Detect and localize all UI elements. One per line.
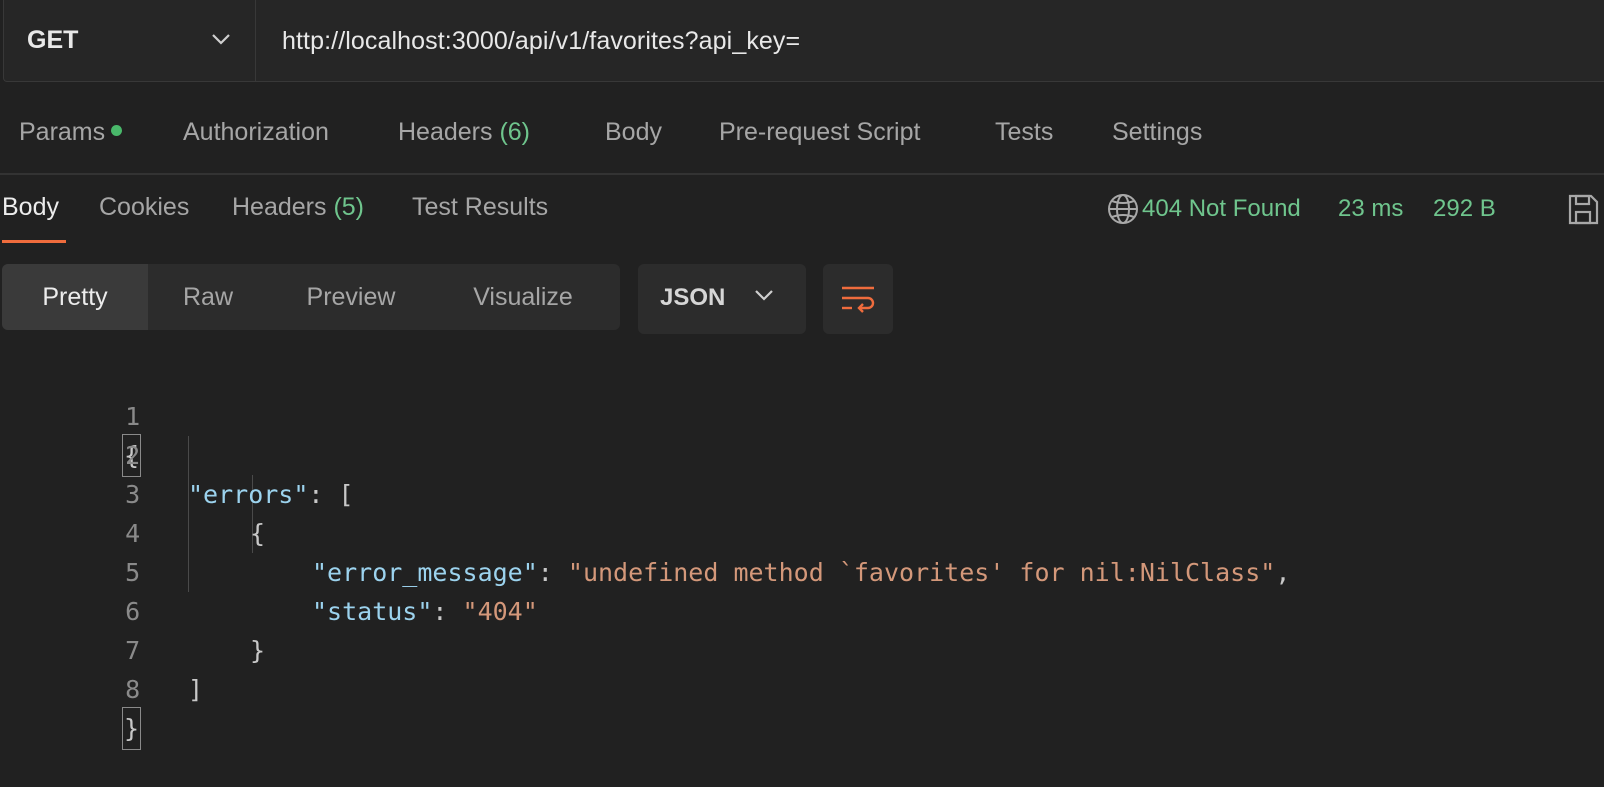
json-punct: , <box>1275 558 1291 587</box>
method-select[interactable]: GET <box>4 0 256 82</box>
tab-settings[interactable]: Settings <box>1112 118 1202 147</box>
globe-icon[interactable] <box>1106 192 1140 231</box>
line-number: 8 <box>125 675 141 704</box>
code-line: 1 { <box>0 358 142 477</box>
save-icon[interactable] <box>1566 192 1600 231</box>
format-label: JSON <box>660 284 726 311</box>
response-size[interactable]: 292 B <box>1433 195 1496 223</box>
tab-tests[interactable]: Tests <box>995 118 1053 147</box>
json-key: "error_message" <box>312 558 538 587</box>
view-pretty[interactable]: Pretty <box>2 264 148 330</box>
divider <box>0 173 1604 175</box>
code-line: 6 } <box>0 553 265 665</box>
json-brace: } <box>121 707 142 750</box>
view-mode-switcher: Pretty Raw Preview Visualize <box>2 264 620 330</box>
json-string: "404" <box>462 597 538 626</box>
view-visualize[interactable]: Visualize <box>448 264 598 330</box>
tab-params-label: Params <box>19 118 106 146</box>
json-punct: : [ <box>308 480 354 509</box>
tab-body[interactable]: Body <box>605 118 662 147</box>
line-number: 2 <box>125 441 141 470</box>
response-tab-cookies[interactable]: Cookies <box>99 193 189 222</box>
json-key: "status" <box>312 597 433 626</box>
json-key: "errors" <box>188 480 309 509</box>
response-tab-headers-count: (5) <box>333 193 365 221</box>
url-input[interactable]: http://localhost:3000/api/v1/favorites?a… <box>282 27 800 56</box>
format-select[interactable]: JSON <box>638 264 806 334</box>
response-tab-headers-label: Headers <box>232 193 327 221</box>
code-line: 2 "errors": [ <box>0 397 353 509</box>
json-punct: : <box>432 597 463 626</box>
method-label: GET <box>27 26 79 54</box>
response-tab-test-results[interactable]: Test Results <box>412 193 548 222</box>
indent-guide <box>188 436 189 592</box>
response-time[interactable]: 23 ms <box>1338 195 1403 223</box>
chevron-down-icon <box>754 288 774 307</box>
request-tabs: Params Authorization Headers (6) Body Pr… <box>0 118 1604 158</box>
active-tab-underline <box>2 240 66 243</box>
response-tab-body[interactable]: Body <box>2 193 59 222</box>
json-key-line: "errors": [ <box>188 475 354 514</box>
tab-pre-request-script[interactable]: Pre-request Script <box>719 118 920 147</box>
code-line: 8 } <box>0 631 142 750</box>
params-active-dot-icon <box>111 124 123 136</box>
json-string: "undefined method `favorites' for nil:Ni… <box>567 558 1276 587</box>
view-raw[interactable]: Raw <box>148 264 268 330</box>
tab-authorization[interactable]: Authorization <box>183 118 329 147</box>
code-line: 7 ] <box>0 592 203 704</box>
line-number: 7 <box>125 636 141 665</box>
code-line: 5 "status": "404" <box>0 514 538 626</box>
line-number: 6 <box>125 597 141 626</box>
view-preview[interactable]: Preview <box>286 264 416 330</box>
response-tab-headers[interactable]: Headers (5) <box>232 193 364 222</box>
json-brace: { <box>250 519 266 548</box>
request-url-bar: GET http://localhost:3000/api/v1/favorit… <box>3 0 1604 82</box>
tab-params[interactable]: Params <box>19 118 123 147</box>
code-line: 3 { <box>0 436 265 548</box>
json-punct: : <box>537 558 568 587</box>
status-code[interactable]: 404 Not Found <box>1142 195 1301 223</box>
line-number: 3 <box>125 480 141 509</box>
json-pair: "status": "404" <box>312 592 538 631</box>
json-brace: } <box>250 636 266 665</box>
line-number: 5 <box>125 558 141 587</box>
wrap-lines-button[interactable] <box>823 264 893 334</box>
json-pair: "error_message": "undefined method `favo… <box>312 553 1290 592</box>
json-bracket: ] <box>188 675 204 704</box>
tab-headers-label: Headers <box>398 118 493 146</box>
tab-headers[interactable]: Headers (6) <box>398 118 530 147</box>
line-number: 1 <box>125 402 141 431</box>
tab-headers-count: (6) <box>499 118 531 146</box>
code-line: 4 "error_message": "undefined method `fa… <box>0 475 1290 587</box>
line-number: 4 <box>125 519 141 548</box>
chevron-down-icon <box>211 32 231 51</box>
